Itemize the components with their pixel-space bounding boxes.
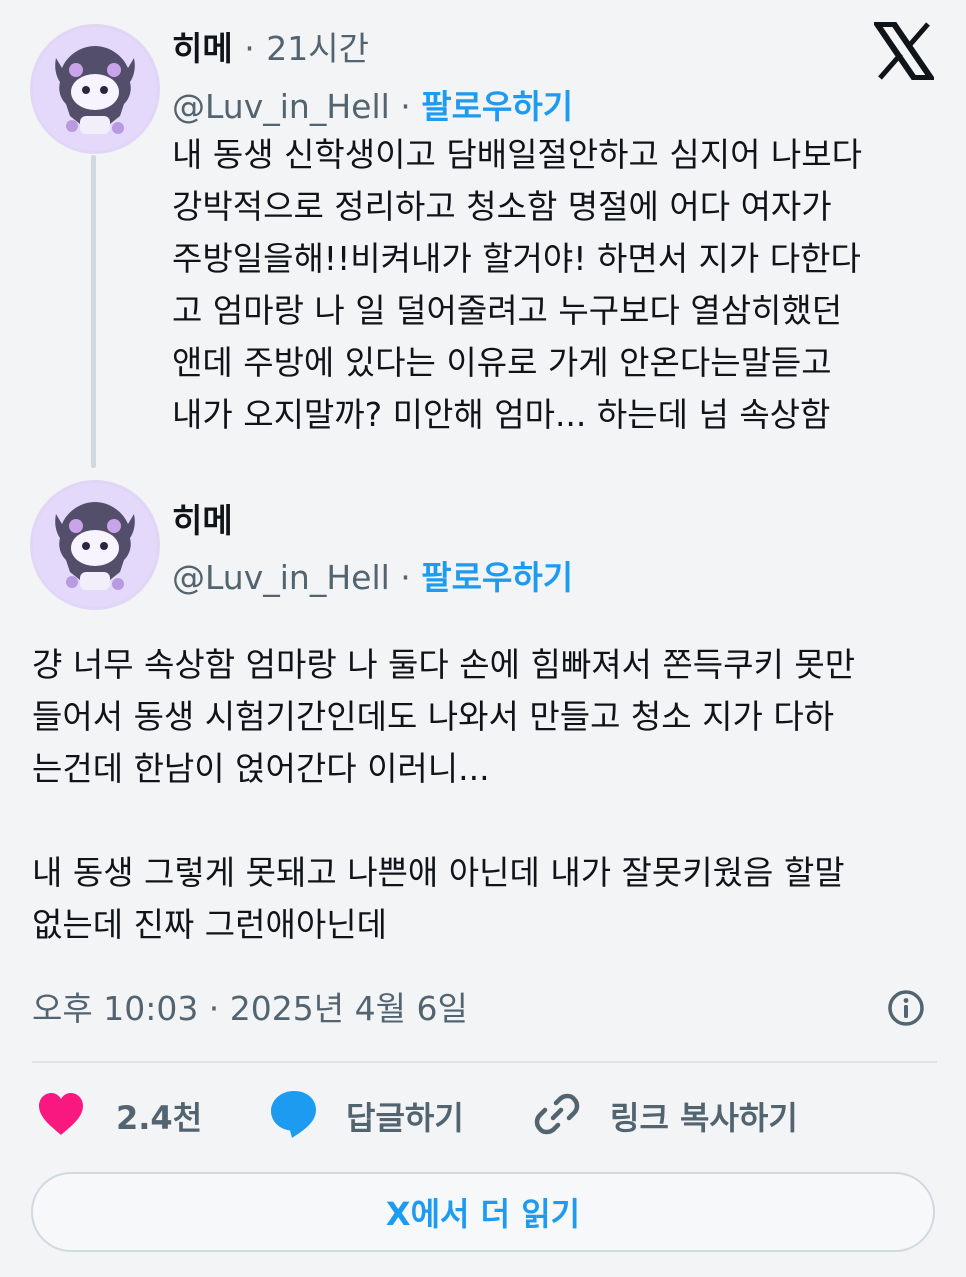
author-name-line: 히메 · 21시간 [172,22,369,70]
reply-label: 답글하기 [346,1099,464,1137]
separator-dot: · [400,558,411,597]
follow-button[interactable]: 팔로우하기 [421,87,573,126]
thread-connector [91,155,96,468]
author-name[interactable]: 히메 [172,29,233,68]
avatar[interactable] [30,480,160,610]
author-name[interactable]: 히메 [172,494,233,542]
follow-button[interactable]: 팔로우하기 [421,558,573,597]
speech-bubble-icon [268,1088,320,1144]
author-handle[interactable]: @Luv_in_Hell [172,87,390,126]
link-icon [532,1089,582,1143]
avatar[interactable] [30,24,160,154]
x-logo-icon[interactable] [871,21,937,81]
heart-icon [36,1091,86,1141]
copy-link-button[interactable]: 링크 복사하기 [532,1088,798,1144]
author-handle[interactable]: @Luv_in_Hell [172,558,390,597]
separator-dot: · [400,87,411,126]
copy-link-label: 링크 복사하기 [610,1099,798,1137]
separator-dot: · [244,29,255,68]
time-ago[interactable]: 21시간 [266,29,369,68]
handle-line: @Luv_in_Hell · 팔로우하기 [172,551,573,599]
read-more-label: X에서 더 읽기 [385,1195,581,1233]
read-more-button[interactable]: X에서 더 읽기 [31,1172,935,1252]
tweet-text: 걍 너무 속상함 엄마랑 나 둘다 손에 힘빠져서 쫀득쿠키 못만 들어서 동생… [32,645,856,944]
tweet-timestamp[interactable]: 오후 10:03 · 2025년 4월 6일 [32,982,468,1030]
handle-line: @Luv_in_Hell · 팔로우하기 [172,80,573,128]
like-count: 2.4천 [116,1099,203,1137]
tweet-text: 내 동생 신학생이고 담배일절안하고 심지어 나보다 강박적으로 정리하고 청소… [172,135,863,434]
reply-button[interactable]: 답글하기 [268,1088,464,1144]
divider [32,1061,937,1063]
like-button[interactable]: 2.4천 [36,1088,202,1144]
info-icon[interactable] [887,989,925,1027]
